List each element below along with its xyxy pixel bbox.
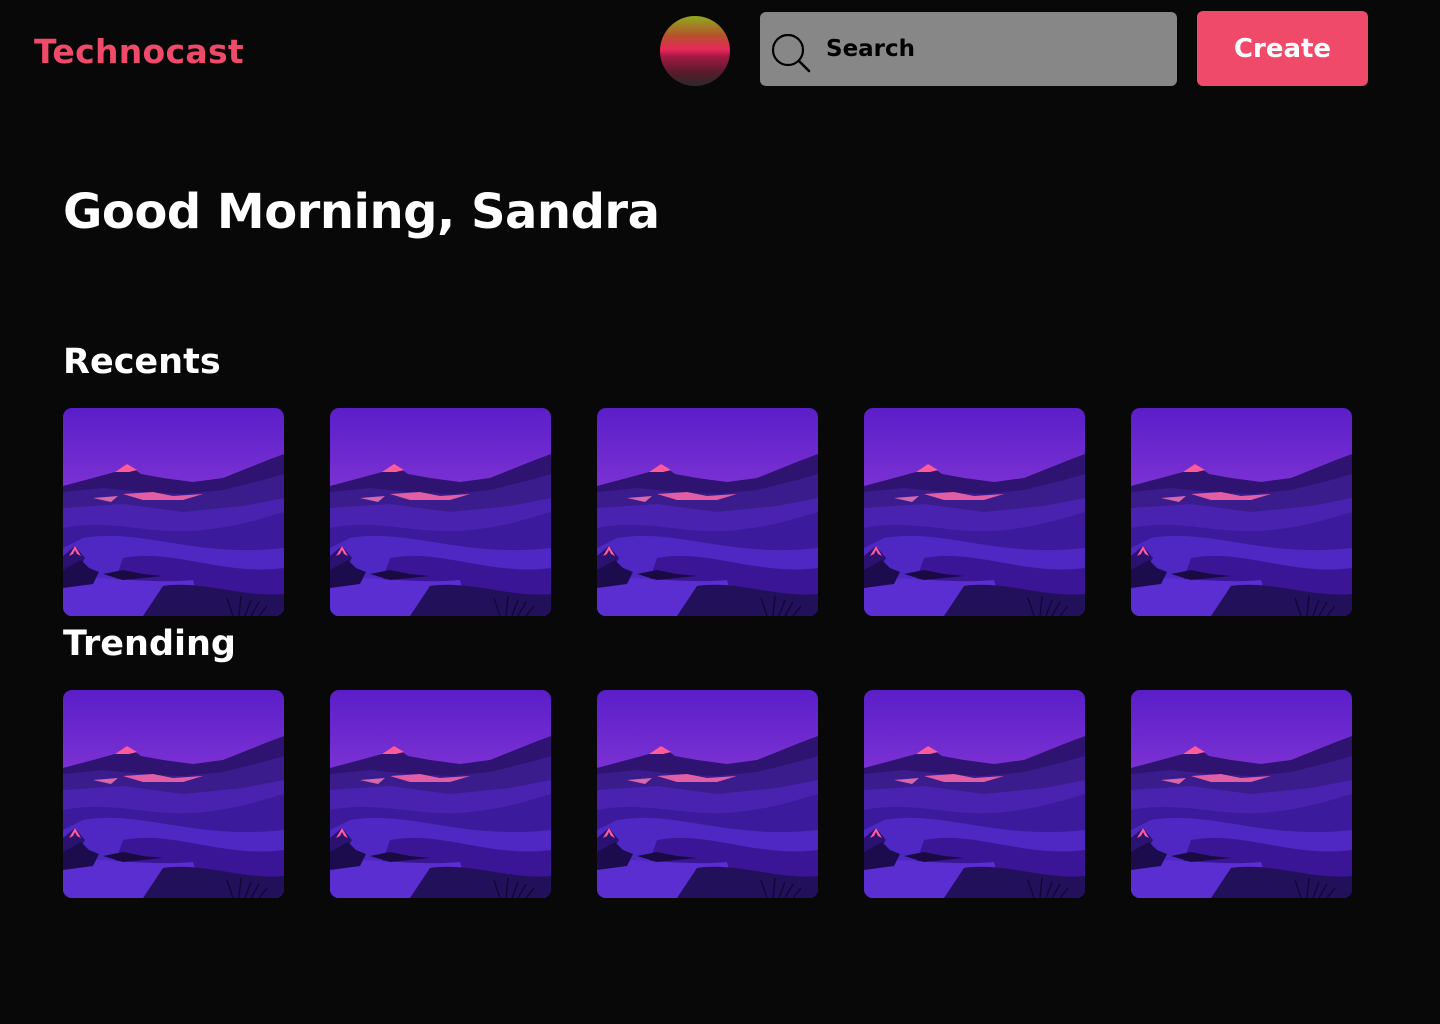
landscape-image	[330, 690, 551, 898]
trending-item-thumbnail[interactable]	[1131, 690, 1352, 898]
trending-item-thumbnail[interactable]	[63, 690, 284, 898]
landscape-image	[330, 408, 551, 616]
landscape-image	[1131, 690, 1352, 898]
search-icon	[771, 33, 811, 73]
trending-item-thumbnail[interactable]	[864, 690, 1085, 898]
landscape-image	[597, 690, 818, 898]
search-bar[interactable]	[760, 12, 1177, 86]
recent-item-thumbnail[interactable]	[330, 408, 551, 616]
trending-heading: Trending	[63, 624, 236, 664]
landscape-image	[63, 690, 284, 898]
landscape-image	[864, 408, 1085, 616]
create-button[interactable]: Create	[1197, 11, 1368, 86]
recents-heading: Recents	[63, 342, 221, 382]
user-avatar[interactable]	[660, 16, 730, 86]
recent-item-thumbnail[interactable]	[1131, 408, 1352, 616]
trending-item-thumbnail[interactable]	[597, 690, 818, 898]
landscape-image	[1131, 408, 1352, 616]
recent-item-thumbnail[interactable]	[597, 408, 818, 616]
trending-item-thumbnail[interactable]	[330, 690, 551, 898]
greeting-heading: Good Morning, Sandra	[63, 184, 660, 240]
recent-item-thumbnail[interactable]	[864, 408, 1085, 616]
recent-item-thumbnail[interactable]	[63, 408, 284, 616]
landscape-image	[63, 408, 284, 616]
search-input[interactable]	[826, 12, 1166, 86]
landscape-image	[864, 690, 1085, 898]
app-logo[interactable]: Technocast	[34, 30, 244, 74]
landscape-image	[597, 408, 818, 616]
